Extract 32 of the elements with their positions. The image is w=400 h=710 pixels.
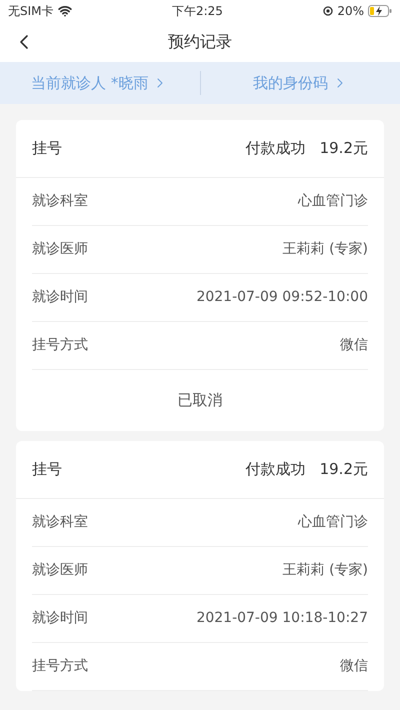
field-value: 心血管门诊 <box>298 513 368 532</box>
field-label: 挂号方式 <box>32 336 88 355</box>
record-type: 挂号 <box>32 138 62 160</box>
clock-text: 下午2:25 <box>172 3 223 20</box>
field-label: 就诊医师 <box>32 561 88 580</box>
field-label: 挂号方式 <box>32 657 88 676</box>
field-label: 就诊科室 <box>32 192 88 211</box>
field-label: 就诊医师 <box>32 240 88 259</box>
battery-text: 20% <box>337 3 364 20</box>
page-title: 预约记录 <box>168 31 232 53</box>
field-value: 王莉莉 (专家) <box>282 240 368 259</box>
field-value: 微信 <box>340 657 368 676</box>
field-value: 心血管门诊 <box>298 192 368 211</box>
carrier-text: 无SIM卡 <box>8 3 54 20</box>
payment-amount: 19.2元 <box>320 138 368 160</box>
field-value: 王莉莉 (专家) <box>282 561 368 580</box>
field-label: 就诊时间 <box>32 609 88 628</box>
field-value: 2021-07-09 10:18-10:27 <box>196 609 368 628</box>
field-label: 就诊时间 <box>32 288 88 307</box>
payment-status: 付款成功 <box>246 459 306 480</box>
field-value: 微信 <box>340 336 368 355</box>
payment-amount: 19.2元 <box>320 459 368 480</box>
wifi-icon <box>58 4 72 18</box>
patient-link[interactable]: 当前就诊人 *晓雨 <box>0 72 200 94</box>
rotation-lock-icon <box>323 6 334 16</box>
cancelled-status: 已取消 <box>178 390 222 412</box>
field-value: 2021-07-09 09:52-10:00 <box>196 288 368 307</box>
id-code-link[interactable]: 我的身份码 <box>200 72 400 94</box>
battery-icon <box>368 5 392 17</box>
field-label: 就诊科室 <box>32 513 88 532</box>
record-type: 挂号 <box>32 459 62 480</box>
payment-status: 付款成功 <box>246 138 306 160</box>
